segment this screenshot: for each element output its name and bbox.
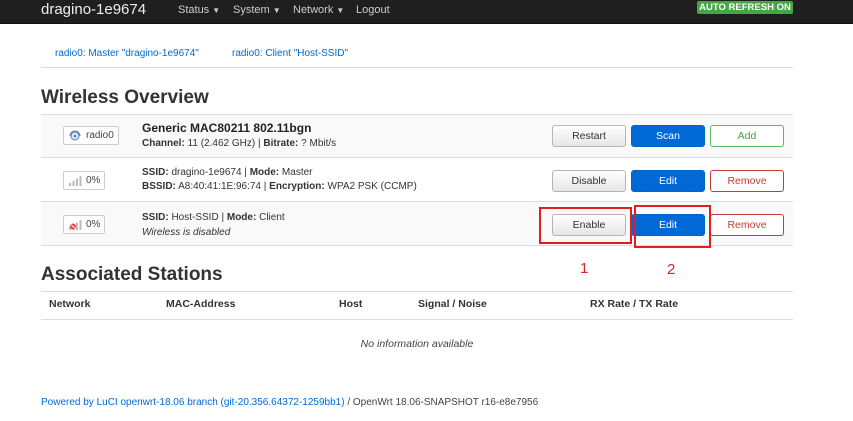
bitrate-label: Bitrate: — [263, 138, 299, 149]
mode-label: Mode: — [249, 167, 280, 178]
disable-button[interactable]: Disable — [552, 170, 626, 192]
signal-bars-icon — [69, 176, 82, 186]
menu-system[interactable]: System ▼ — [233, 4, 281, 16]
radio-badge: radio0 — [63, 126, 119, 145]
remove-button-master[interactable]: Remove — [710, 170, 784, 192]
chevron-down-icon: ▼ — [336, 6, 345, 15]
menu-network[interactable]: Network ▼ — [293, 4, 344, 16]
chevron-down-icon: ▼ — [212, 6, 221, 15]
annotation-number-1: 1 — [580, 260, 589, 277]
device-row: radio0 Generic MAC80211 802.11bgn Channe… — [41, 114, 793, 157]
menu-network-label: Network — [293, 4, 334, 16]
column-header-rate: RX Rate / TX Rate — [590, 298, 679, 310]
openwrt-version: / OpenWrt 18.06-SNAPSHOT r16-e8e7956 — [347, 397, 539, 408]
column-header-host: Host — [339, 298, 363, 310]
ssid-mode-info: SSID: Host-SSID | Mode: Client — [142, 212, 285, 223]
separator: | — [263, 181, 267, 192]
luci-link[interactable]: Powered by LuCI openwrt-18.06 branch (gi… — [41, 397, 345, 408]
separator: | — [244, 167, 247, 178]
column-header-mac: MAC-Address — [166, 298, 236, 310]
wireless-overview-title: Wireless Overview — [41, 87, 209, 108]
highlight-box-edit — [634, 205, 711, 248]
encryption-value: WPA2 PSK (CCMP) — [327, 181, 417, 192]
bssid-value: A8:40:41:1E:96:74 — [178, 181, 261, 192]
signal-badge-label: 0% — [86, 219, 101, 230]
highlight-box-enable — [539, 207, 632, 244]
tab-divider — [41, 67, 793, 68]
bssid-enc-info: BSSID: A8:40:41:1E:96:74 | Encryption: W… — [142, 181, 417, 192]
ssid-label: SSID: — [142, 167, 169, 178]
separator: | — [257, 138, 261, 149]
signal-badge-label: 0% — [86, 175, 101, 186]
wireless-disabled-text: Wireless is disabled — [142, 227, 231, 238]
ssid-value: dragino-1e9674 — [171, 167, 242, 178]
header-top-border — [41, 291, 793, 292]
chevron-down-icon: ▼ — [272, 6, 281, 15]
footer: Powered by LuCI openwrt-18.06 branch (gi… — [41, 397, 538, 408]
ssid-label: SSID: — [142, 212, 169, 223]
column-header-network: Network — [49, 298, 91, 310]
menu-status[interactable]: Status ▼ — [178, 4, 220, 16]
column-header-signal: Signal / Noise — [418, 298, 487, 310]
network-row-master: 0% SSID: dragino-1e9674 | Mode: Master B… — [41, 157, 793, 201]
wireless-status: Wireless is disabled — [142, 227, 230, 238]
menu-system-label: System — [233, 4, 270, 16]
menu-status-label: Status — [178, 4, 210, 16]
menu-logout[interactable]: Logout — [356, 4, 390, 16]
channel-value: 11 (2.462 GHz) — [187, 138, 256, 149]
remove-button-client[interactable]: Remove — [710, 214, 784, 236]
separator: | — [221, 212, 225, 223]
channel-label: Channel: — [142, 138, 185, 149]
bitrate-value: ? Mbit/s — [301, 138, 337, 149]
empty-table-message: No information available — [360, 338, 474, 350]
device-name: Generic MAC80211 802.11bgn — [142, 121, 312, 135]
top-navbar: dragino-1e9674 Status ▼ System ▼ Network ▼ … — [0, 0, 853, 24]
encryption-label: Encryption: — [269, 181, 325, 192]
mode-label: Mode: — [226, 212, 257, 223]
device-info: Channel: 11 (2.462 GHz) | Bitrate: ? Mbi… — [142, 138, 336, 149]
ssid-value: Host-SSID — [171, 212, 219, 223]
edit-button-master[interactable]: Edit — [631, 170, 705, 192]
radio-badge-label: radio0 — [86, 130, 114, 141]
signal-badge: 0% — [63, 171, 106, 190]
header-bottom-border — [41, 319, 793, 320]
bssid-label: BSSID: — [142, 181, 176, 192]
associated-stations-title: Associated Stations — [41, 264, 223, 285]
auto-refresh-toggle[interactable]: AUTO REFRESH ON — [697, 1, 793, 14]
scan-button[interactable]: Scan — [631, 125, 705, 147]
ssid-mode-info: SSID: dragino-1e9674 | Mode: Master — [142, 167, 312, 178]
signal-disabled-icon — [69, 220, 82, 230]
annotation-number-2: 2 — [667, 261, 676, 278]
add-button[interactable]: Add — [710, 125, 784, 147]
tab-radio0-master[interactable]: radio0: Master "dragino-1e9674" — [55, 48, 199, 59]
signal-badge: 0% — [63, 215, 106, 234]
brand-title[interactable]: dragino-1e9674 — [41, 0, 146, 20]
wifi-radio-icon — [69, 130, 81, 141]
tab-radio0-client[interactable]: radio0: Client "Host-SSID" — [232, 48, 348, 59]
restart-button[interactable]: Restart — [552, 125, 626, 147]
mode-value: Master — [281, 167, 313, 178]
mode-value: Client — [259, 212, 285, 223]
